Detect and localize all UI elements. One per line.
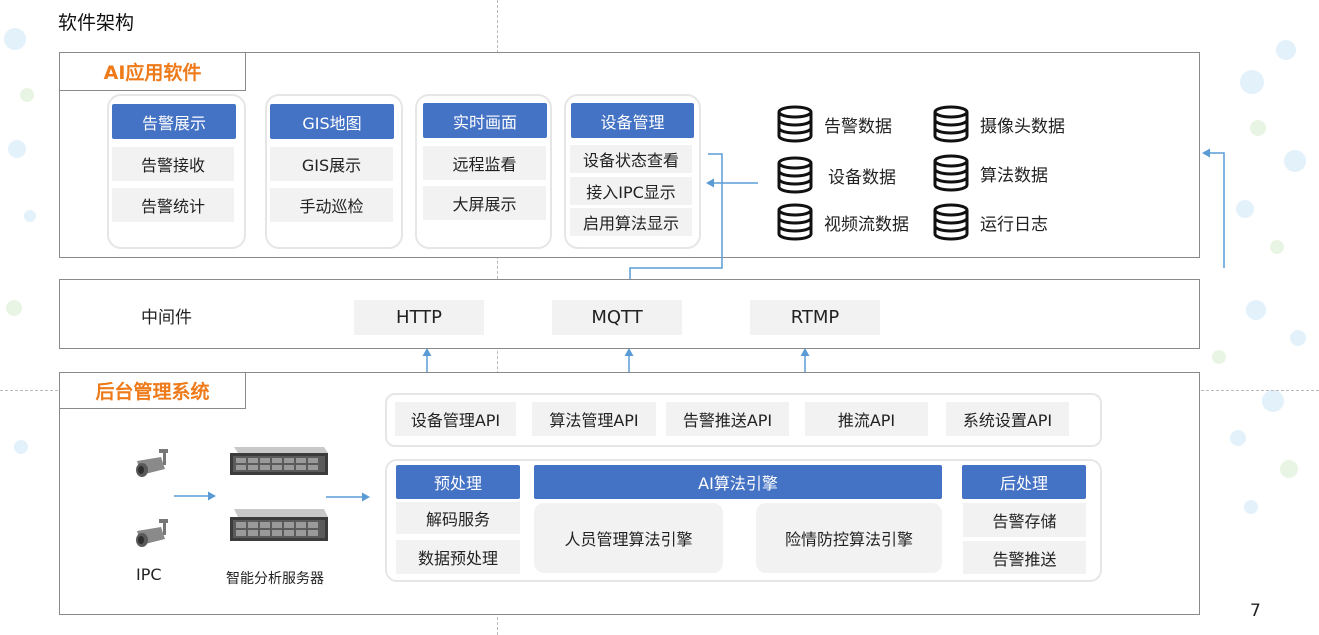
store-run-log: 运行日志 bbox=[932, 203, 1048, 241]
api-algorithm-management: 算法管理API bbox=[532, 402, 656, 436]
alarm-receive-item: 告警接收 bbox=[112, 147, 234, 181]
backend-tab: 后台管理系统 bbox=[59, 372, 246, 409]
store-camera-data: 摄像头数据 bbox=[932, 105, 1065, 143]
live-view-header: 实时画面 bbox=[423, 103, 547, 138]
protocol-http: HTTP bbox=[354, 300, 484, 335]
store-algorithm-data: 算法数据 bbox=[932, 154, 1048, 192]
manual-patrol-item: 手动巡检 bbox=[270, 188, 393, 222]
ai-engine-header: AI算法引擎 bbox=[534, 465, 942, 499]
database-icon bbox=[777, 105, 813, 143]
protocol-mqtt: MQTT bbox=[552, 300, 682, 335]
ipc-label: IPC bbox=[136, 565, 162, 584]
database-icon bbox=[777, 203, 813, 241]
alarm-display-header: 告警展示 bbox=[112, 104, 236, 139]
arrow-right-icon bbox=[174, 491, 216, 501]
arrow-right-icon bbox=[326, 492, 370, 502]
arrow-up-icon bbox=[422, 348, 432, 372]
camera-icon bbox=[136, 449, 168, 477]
camera-icon bbox=[136, 519, 168, 547]
postprocess-header: 后处理 bbox=[962, 465, 1086, 499]
api-stream-push: 推流API bbox=[805, 402, 928, 436]
remote-monitor-item: 远程监看 bbox=[423, 146, 546, 180]
database-icon bbox=[777, 156, 813, 194]
decode-service-item: 解码服务 bbox=[396, 502, 520, 534]
device-management-header: 设备管理 bbox=[571, 103, 694, 138]
server-icon bbox=[230, 509, 328, 541]
store-video-stream-data: 视频流数据 bbox=[776, 203, 909, 241]
big-screen-item: 大屏展示 bbox=[423, 186, 546, 220]
api-system-settings: 系统设置API bbox=[946, 402, 1069, 436]
api-device-management: 设备管理API bbox=[395, 402, 516, 436]
store-label: 设备数据 bbox=[828, 167, 896, 188]
page-number: 7 bbox=[1250, 601, 1261, 621]
arrow-up-icon bbox=[800, 348, 810, 372]
store-alarm-data: 告警数据 bbox=[776, 105, 892, 143]
store-label: 算法数据 bbox=[980, 165, 1048, 186]
store-label: 运行日志 bbox=[980, 214, 1048, 235]
personnel-engine-item: 人员管理算法引擎 bbox=[534, 503, 723, 573]
store-label: 视频流数据 bbox=[824, 214, 909, 235]
server-icon bbox=[230, 447, 328, 475]
alarm-stats-item: 告警统计 bbox=[112, 188, 234, 222]
store-label: 告警数据 bbox=[824, 116, 892, 137]
page-title: 软件架构 bbox=[58, 12, 135, 34]
database-icon bbox=[933, 154, 969, 192]
protocol-rtmp: RTMP bbox=[750, 300, 880, 335]
server-label: 智能分析服务器 bbox=[226, 571, 324, 587]
database-icon bbox=[933, 203, 969, 241]
api-alarm-push: 告警推送API bbox=[666, 402, 789, 436]
alarm-storage-item: 告警存储 bbox=[963, 503, 1086, 537]
middleware-label: 中间件 bbox=[141, 308, 192, 328]
hazard-engine-item: 险情防控算法引擎 bbox=[756, 503, 942, 573]
store-device-data: 设备数据 bbox=[776, 156, 896, 194]
store-label: 摄像头数据 bbox=[980, 116, 1065, 137]
arrow-up-icon bbox=[624, 348, 634, 372]
ai-app-tab: AI应用软件 bbox=[59, 52, 246, 91]
gis-map-header: GIS地图 bbox=[270, 104, 394, 139]
connector-arrow-icon bbox=[629, 153, 723, 280]
database-icon bbox=[933, 105, 969, 143]
data-preprocess-item: 数据预处理 bbox=[396, 540, 520, 574]
gis-display-item: GIS展示 bbox=[270, 147, 393, 181]
preprocess-header: 预处理 bbox=[396, 465, 520, 499]
alarm-push-item: 告警推送 bbox=[963, 541, 1086, 574]
up-right-connector-icon bbox=[1202, 148, 1225, 268]
